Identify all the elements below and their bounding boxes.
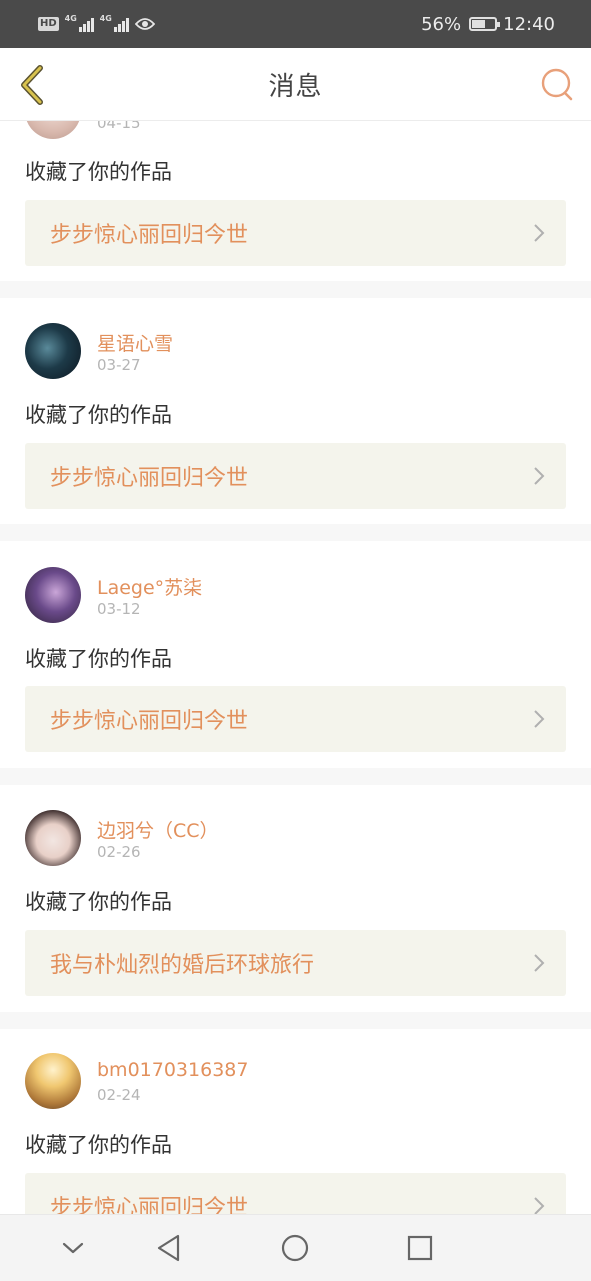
notification-date: 02-26 [97,843,141,861]
back-triangle-icon[interactable] [152,1231,186,1265]
notification-card: bm0170316387 02-24 收藏了你的作品 步步惊心丽回归今世 [0,1029,591,1214]
notification-username[interactable]: 星语心雪 [97,329,173,356]
notification-action: 收藏了你的作品 [25,1133,172,1157]
home-circle-icon[interactable] [278,1231,312,1265]
work-title: 步步惊心丽回归今世 [50,1196,249,1214]
avatar[interactable] [25,567,81,623]
notification-username[interactable]: bm0170316387 [97,1059,248,1081]
system-nav-bar [0,1214,591,1281]
chevron-right-icon [534,224,545,242]
work-link[interactable]: 步步惊心丽回归今世 [25,686,566,752]
work-link[interactable]: 我与朴灿烈的婚后环球旅行 [25,930,566,996]
notification-date: 02-24 [97,1086,141,1104]
work-title: 我与朴灿烈的婚后环球旅行 [50,953,315,978]
notification-date: 03-27 [97,356,141,374]
chevron-right-icon [534,954,545,972]
chevron-right-icon [534,1197,545,1214]
avatar[interactable] [25,810,81,866]
notification-username[interactable]: Laege°苏柒 [97,573,202,600]
work-title: 步步惊心丽回归今世 [50,223,249,248]
notification-date: 03-12 [97,600,141,618]
avatar[interactable] [25,323,81,379]
chevron-right-icon [534,467,545,485]
work-title: 步步惊心丽回归今世 [50,466,249,491]
notification-card: Laege°苏柒 03-12 收藏了你的作品 步步惊心丽回归今世 [0,541,591,768]
notification-action: 收藏了你的作品 [25,160,172,184]
back-button[interactable] [16,64,50,106]
notification-username[interactable]: 边羽兮（CC） [97,816,219,843]
notification-action: 收藏了你的作品 [25,403,172,427]
search-icon[interactable] [539,66,575,102]
message-feed[interactable]: 04-15 收藏了你的作品 步步惊心丽回归今世 星语心雪 03-27 收藏了你的… [0,0,591,1214]
work-link[interactable]: 步步惊心丽回归今世 [25,443,566,509]
work-title: 步步惊心丽回归今世 [50,709,249,734]
notification-action: 收藏了你的作品 [25,890,172,914]
avatar[interactable] [25,1053,81,1109]
recents-square-icon[interactable] [403,1231,437,1265]
page-title: 消息 [268,71,323,102]
chevron-right-icon [534,710,545,728]
work-link[interactable]: 步步惊心丽回归今世 [25,200,566,266]
notification-card: 星语心雪 03-27 收藏了你的作品 步步惊心丽回归今世 [0,298,591,524]
work-link[interactable]: 步步惊心丽回归今世 [25,1173,566,1214]
notification-action: 收藏了你的作品 [25,647,172,671]
app-header: 消息 [0,48,591,121]
notification-card: 边羽兮（CC） 02-26 收藏了你的作品 我与朴灿烈的婚后环球旅行 [0,785,591,1012]
chevron-down-icon[interactable] [56,1231,90,1265]
